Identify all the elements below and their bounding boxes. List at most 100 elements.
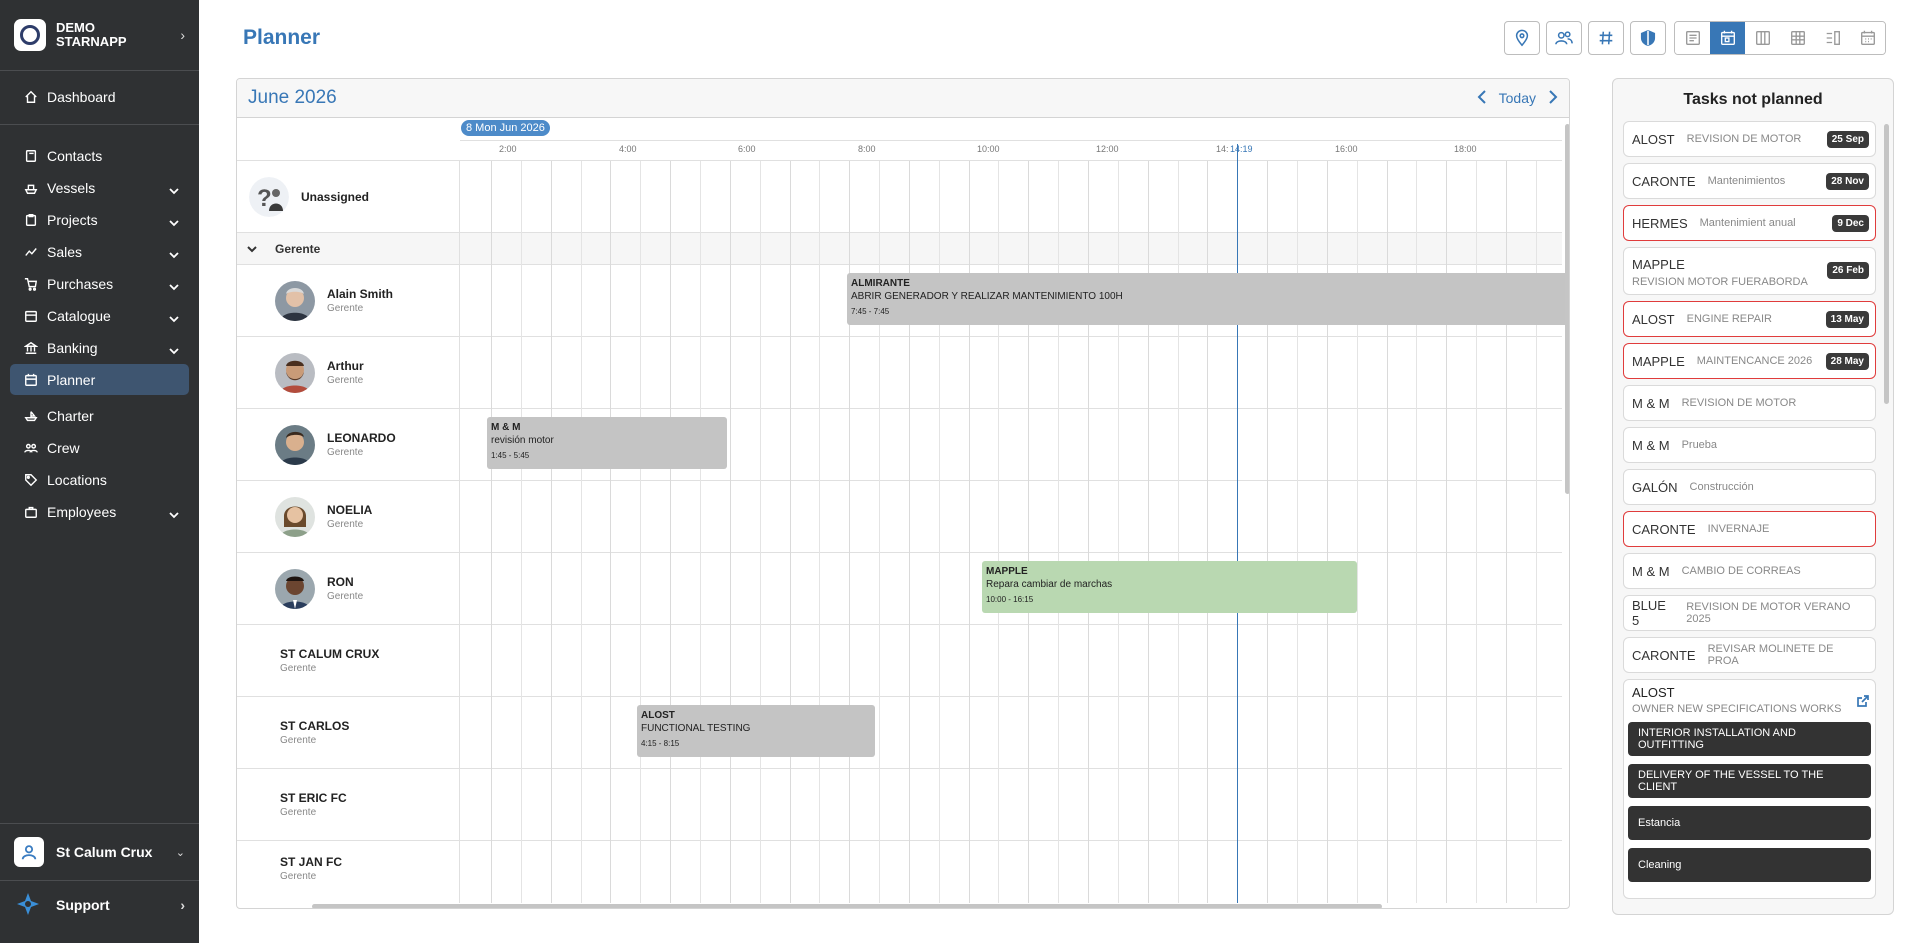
grid-line [491,161,492,903]
task-description: MAINTENCANCE 2026 [1696,355,1813,367]
hash-filter-button[interactable] [1588,21,1624,55]
scheduled-task[interactable]: ALOST FUNCTIONAL TESTING 4:15 - 8:15 [637,705,875,757]
unplanned-task-item[interactable]: MAPPLE REVISION MOTOR FUERABORDA 26 Feb [1623,247,1876,295]
scheduled-task[interactable]: M & M revisión motor 1:45 - 5:45 [487,417,727,469]
vertical-scrollbar[interactable] [1565,124,1569,494]
scheduled-task[interactable]: MAPPLE Repara cambiar de marchas 10:00 -… [982,561,1357,613]
horizontal-scrollbar[interactable] [312,904,1382,908]
unplanned-task-item[interactable]: MAPPLE MAINTENCANCE 2026 28 May [1623,343,1876,379]
task-description: Mantenimientos [1707,175,1786,187]
subtask-item[interactable]: Estancia [1628,806,1871,840]
task-vessel: ALOST [1632,685,1675,700]
sidebar-item-label: Contacts [47,147,103,164]
unplanned-task-item[interactable]: HERMES Mantenimient anual 9 Dec [1623,205,1876,241]
today-button[interactable]: Today [1499,90,1536,106]
timeline-grid: 8 Mon Jun 2026 2:00 4:00 6:00 8:00 10:00… [237,118,1569,903]
cart-icon [24,277,38,291]
hour-label: 12:00 [1096,144,1119,154]
current-time-label: 14:19 [1230,144,1253,154]
panel-scrollbar[interactable] [1884,124,1889,404]
split-view-button[interactable] [1815,22,1850,54]
user-switcher[interactable]: St Calum Crux ⌄ [0,823,199,881]
location-icon [1515,29,1529,47]
unplanned-task-item[interactable]: CARONTE INVERNAJE [1623,511,1876,547]
user-avatar-icon [14,837,44,867]
resource-name: ST CALUM CRUX [280,647,380,661]
sidebar: DEMO STARNAPP › Dashboard Contacts Vesse… [0,0,199,943]
sidebar-item-label: Banking [47,339,98,356]
unplanned-task-item[interactable]: BLUE 5 REVISION DE MOTOR VERANO 2025 [1623,595,1876,631]
prev-button[interactable] [1477,89,1487,107]
sidebar-item-employees[interactable]: Employees [0,492,199,531]
resource-name: LEONARDO [327,431,396,445]
group-row[interactable]: Gerente [237,233,1562,265]
unplanned-task-item[interactable]: GALÓN Construcción [1623,469,1876,505]
sidebar-item-label: Dashboard [47,88,116,105]
grid-line [640,161,641,903]
chevron-right-icon: › [180,897,185,913]
calendar-view-icon [1720,30,1735,45]
task-description: CAMBIO DE CORREAS [1681,565,1801,577]
grid-line [610,161,611,903]
scheduled-task[interactable]: ALMIRANTE ABRIR GENERADOR Y REALIZAR MAN… [847,273,1569,325]
unplanned-task-item[interactable]: CARONTE Mantenimientos 28 Nov [1623,163,1876,199]
unplanned-task-item[interactable]: M & M CAMBIO DE CORREAS [1623,553,1876,589]
chevron-down-icon [169,311,179,322]
avatar [275,496,315,537]
unplanned-task-item[interactable]: ALOST ENGINE REPAIR 13 May [1623,301,1876,337]
hour-label: 4:00 [619,144,637,154]
grid-line [581,161,582,903]
unassigned-label: Unassigned [301,189,370,204]
brand-logo-icon [14,19,46,51]
sidebar-item-label: Catalogue [47,307,111,324]
task-description: Construcción [1689,481,1754,493]
open-external-icon[interactable] [1857,694,1869,707]
grid-view-button[interactable] [1780,22,1815,54]
brand-switcher[interactable]: DEMO STARNAPP › [0,0,199,71]
current-user-name: St Calum Crux [56,844,153,860]
calendar-view-button[interactable] [1710,22,1745,54]
list-view-button[interactable] [1675,22,1710,54]
subtask-item[interactable]: Cleaning [1628,848,1871,882]
unplanned-task-item[interactable]: CARONTE REVISAR MOLINETE DE PROA [1623,637,1876,673]
unassigned-row: ? Unassigned [237,161,1562,233]
sidebar-item-planner[interactable]: Planner [10,364,189,395]
book-icon [24,149,38,163]
month-view-button[interactable] [1850,22,1885,54]
chevron-down-icon [169,507,179,518]
list-view-icon [1685,31,1700,45]
subtask-item[interactable]: DELIVERY OF THE VESSEL TO THE CLIENT [1628,764,1871,798]
grid-line [670,161,671,903]
task-vessel: GALÓN [1632,479,1678,495]
page-title: Planner [243,26,321,49]
unplanned-task-item[interactable]: M & M Prueba [1623,427,1876,463]
hour-label: 18:00 [1454,144,1477,154]
sidebar-item-dashboard[interactable]: Dashboard [0,77,199,116]
shield-filter-button[interactable] [1630,21,1666,55]
group-label: Gerente [275,241,321,256]
hour-label: 6:00 [738,144,756,154]
unplanned-task-group[interactable]: ALOST OWNER NEW SPECIFICATIONS WORKS INTER… [1623,679,1876,899]
support-link[interactable]: Support › [0,885,199,925]
due-date-badge: 13 May [1825,311,1869,328]
resource-role: Gerente [327,375,364,386]
unplanned-task-item[interactable]: ALOST REVISION DE MOTOR 25 Sep [1623,121,1876,157]
users-filter-button[interactable] [1546,21,1582,55]
next-button[interactable] [1548,89,1558,107]
location-filter-button[interactable] [1504,21,1540,55]
grid-line [819,161,820,903]
task-vessel: ALOST [1632,311,1675,327]
task-vessel: CARONTE [1632,521,1696,537]
task-description: REVISION DE MOTOR [1681,397,1797,409]
avatar [275,280,315,321]
resource-role: Gerente [327,303,364,314]
subtask-item[interactable]: INTERIOR INSTALLATION AND OUTFITTING [1628,722,1871,756]
unplanned-task-item[interactable]: M & M REVISION DE MOTOR [1623,385,1876,421]
sidebar-item-banking[interactable]: Banking [0,328,199,367]
month-view-icon [1860,30,1875,45]
resource-role: Gerente [327,519,364,530]
columns-view-button[interactable] [1745,22,1780,54]
unassigned-avatar: ? [249,176,289,217]
support-label: Support [56,897,110,913]
sidebar-item-label: Employees [47,503,117,520]
